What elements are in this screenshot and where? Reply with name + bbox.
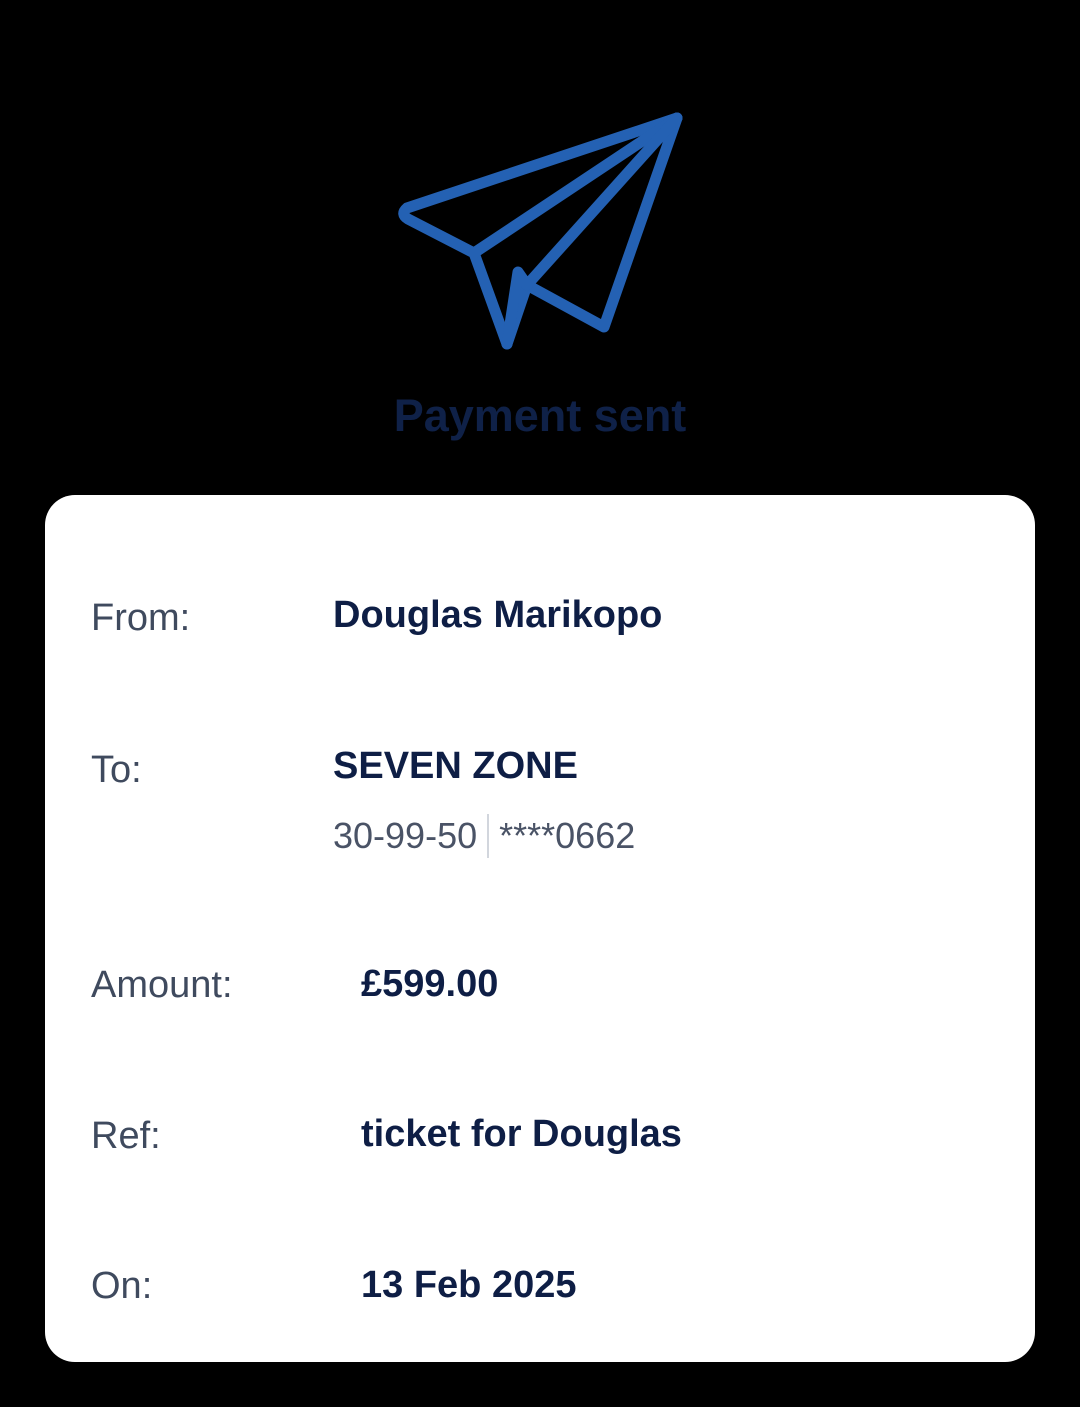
ref-label: Ref: <box>91 1115 161 1157</box>
payment-status-title: Payment sent <box>393 390 687 441</box>
account-divider <box>487 814 490 858</box>
account-number: ****0662 <box>499 815 636 856</box>
sort-code: 30-99-50 <box>333 815 478 856</box>
from-value: Douglas Marikopo <box>333 594 663 636</box>
from-label: From: <box>91 597 191 639</box>
account-details: 30-99-50 ****0662 <box>333 813 635 859</box>
date-label: On: <box>91 1265 153 1307</box>
to-label: To: <box>91 749 142 791</box>
to-value: SEVEN ZONE <box>333 745 578 787</box>
date-value: 13 Feb 2025 <box>361 1264 577 1306</box>
paper-plane-icon <box>398 112 683 350</box>
amount-label: Amount: <box>91 964 233 1006</box>
amount-value: £599.00 <box>361 963 499 1005</box>
ref-value: ticket for Douglas <box>361 1113 682 1155</box>
payment-details-card: From: Douglas Marikopo To: SEVEN ZONE 30… <box>45 495 1035 1362</box>
